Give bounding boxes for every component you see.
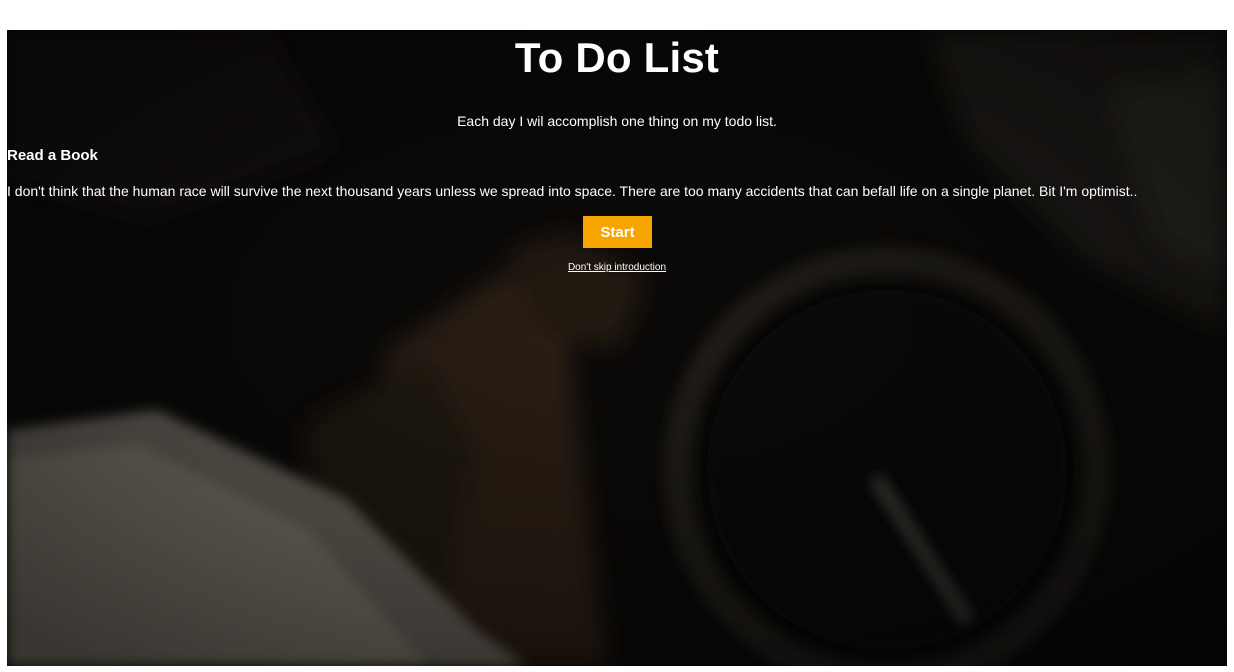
- start-button[interactable]: Start: [583, 216, 652, 248]
- todo-item-title: Read a Book: [7, 147, 98, 164]
- page-title: To Do List: [514, 34, 720, 81]
- todo-item-description: I don't think that the human race will s…: [7, 183, 1138, 199]
- skip-introduction-container: Don't skip introduction: [7, 261, 1227, 274]
- hero-section: To Do List Each day I wil accomplish one…: [7, 30, 1227, 666]
- skip-introduction-link[interactable]: Don't skip introduction: [568, 262, 666, 273]
- tagline: Each day I wil accomplish one thing on m…: [457, 113, 777, 129]
